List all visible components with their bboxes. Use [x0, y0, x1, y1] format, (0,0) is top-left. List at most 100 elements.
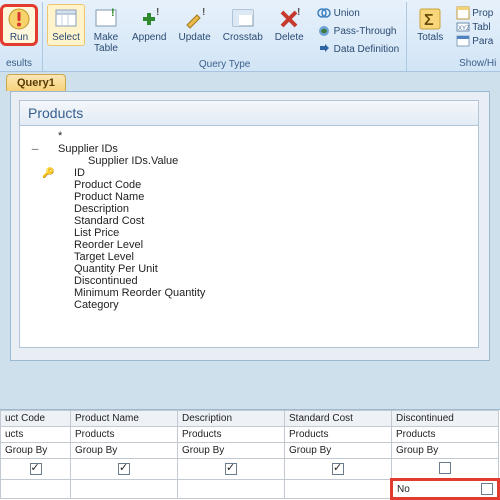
- field-item[interactable]: Quantity Per Unit: [24, 263, 474, 275]
- parameters-label: Para: [472, 36, 493, 47]
- field-label: Reorder Level: [56, 239, 143, 251]
- totals-button[interactable]: Σ Totals: [411, 4, 449, 46]
- grid-show-cell[interactable]: [392, 459, 499, 480]
- run-button[interactable]: Run: [0, 4, 38, 46]
- propsheet-button[interactable]: Prop: [455, 6, 494, 20]
- grid-table-cell[interactable]: Products: [392, 427, 499, 443]
- criteria-checkbox[interactable]: [481, 483, 493, 495]
- tablenames-button[interactable]: XYZ Tabl: [455, 20, 494, 34]
- delete-button[interactable]: ! Delete: [270, 4, 309, 46]
- grid-table-cell[interactable]: Products: [71, 427, 178, 443]
- parameters-icon: [456, 34, 470, 48]
- parameters-button[interactable]: Para: [455, 34, 494, 48]
- querytype-extra: Union Pass-Through Data Definition: [311, 4, 403, 58]
- grid-criteria-cell[interactable]: [71, 480, 178, 499]
- ribbon-group-showhide: Σ Totals Prop XYZ Tabl Para Show/Hi: [407, 2, 500, 71]
- grid-show-cell[interactable]: [178, 459, 285, 480]
- show-checkbox[interactable]: [118, 463, 130, 475]
- grid-show-cell[interactable]: [285, 459, 392, 480]
- field-item[interactable]: Minimum Reorder Quantity: [24, 287, 474, 299]
- update-button[interactable]: ! Update: [173, 4, 215, 46]
- field-item[interactable]: Target Level: [24, 251, 474, 263]
- criteria-value: No: [397, 484, 410, 495]
- field-item[interactable]: Product Name: [24, 191, 474, 203]
- datadef-label: Data Definition: [334, 44, 400, 55]
- show-checkbox[interactable]: [225, 463, 237, 475]
- ribbon-group-results: Run esults: [0, 2, 43, 71]
- design-grid: uct CodeProduct NameDescriptionStandard …: [0, 409, 500, 500]
- svg-text:Σ: Σ: [424, 12, 434, 29]
- field-item[interactable]: Discontinued: [24, 275, 474, 287]
- datadef-button[interactable]: Data Definition: [314, 40, 403, 58]
- delete-icon: !: [277, 7, 301, 31]
- field-item[interactable]: Supplier IDs.Value: [24, 155, 474, 167]
- tab-query1[interactable]: Query1: [6, 74, 66, 91]
- field-item[interactable]: Reorder Level: [24, 239, 474, 251]
- grid-show-cell[interactable]: [71, 459, 178, 480]
- crosstab-button[interactable]: Crosstab: [218, 4, 268, 46]
- grid-field-cell[interactable]: Discontinued: [392, 411, 499, 427]
- datadef-icon: [317, 42, 331, 56]
- grid-total-cell[interactable]: Group By: [392, 443, 499, 459]
- grid-total-cell[interactable]: Group By: [178, 443, 285, 459]
- grid-table-cell[interactable]: ucts: [1, 427, 71, 443]
- append-button[interactable]: ! Append: [127, 4, 171, 46]
- totals-icon: Σ: [418, 7, 442, 31]
- field-item[interactable]: Category: [24, 299, 474, 311]
- field-item[interactable]: *: [24, 130, 474, 142]
- propsheet-label: Prop: [472, 8, 493, 19]
- select-label: Select: [52, 32, 80, 43]
- query-designer: Products *–Supplier IDsSupplier IDs.Valu…: [10, 91, 490, 361]
- grid-total-cell[interactable]: Group By: [285, 443, 392, 459]
- run-label: Run: [10, 32, 28, 43]
- svg-text:!: !: [111, 7, 115, 19]
- field-label: ID: [56, 167, 85, 179]
- union-button[interactable]: Union: [314, 4, 403, 22]
- show-checkbox[interactable]: [439, 462, 451, 474]
- grid-total-cell[interactable]: Group By: [1, 443, 71, 459]
- results-caption: esults: [0, 57, 38, 70]
- passthrough-label: Pass-Through: [334, 26, 397, 37]
- expand-icon[interactable]: –: [28, 142, 42, 155]
- grid-field-cell[interactable]: uct Code: [1, 411, 71, 427]
- field-item[interactable]: Description: [24, 203, 474, 215]
- maketable-icon: !: [94, 7, 118, 31]
- field-label: Supplier IDs.Value: [56, 155, 178, 167]
- grid-criteria-cell[interactable]: [285, 480, 392, 499]
- grid-criteria-cell[interactable]: [178, 480, 285, 499]
- showhide-extra: Prop XYZ Tabl Para: [451, 4, 496, 48]
- grid-table-cell[interactable]: Products: [285, 427, 392, 443]
- field-label: Standard Cost: [56, 215, 144, 227]
- svg-text:!: !: [297, 7, 300, 18]
- field-label: List Price: [56, 227, 119, 239]
- field-item[interactable]: –Supplier IDs: [24, 142, 474, 155]
- grid-table-cell[interactable]: Products: [178, 427, 285, 443]
- field-label: *: [56, 130, 62, 142]
- grid-field-cell[interactable]: Description: [178, 411, 285, 427]
- crosstab-icon: [231, 7, 255, 31]
- field-label: Product Name: [56, 191, 144, 203]
- document-tabs: Query1: [0, 72, 500, 91]
- grid-field-cell[interactable]: Product Name: [71, 411, 178, 427]
- grid-field-cell[interactable]: Standard Cost: [285, 411, 392, 427]
- grid-criteria-cell[interactable]: [1, 480, 71, 499]
- svg-text:!: !: [156, 7, 159, 18]
- grid-criteria-cell[interactable]: No: [392, 480, 499, 499]
- maketable-button[interactable]: ! Make Table: [87, 4, 125, 57]
- passthrough-button[interactable]: Pass-Through: [314, 22, 403, 40]
- showhide-caption: Show/Hi: [411, 57, 496, 70]
- show-checkbox[interactable]: [30, 463, 42, 475]
- field-item[interactable]: Standard Cost: [24, 215, 474, 227]
- table-field-list[interactable]: *–Supplier IDsSupplier IDs.Value🔑IDProdu…: [20, 126, 478, 347]
- grid-show-cell[interactable]: [1, 459, 71, 480]
- table-products[interactable]: Products *–Supplier IDsSupplier IDs.Valu…: [19, 100, 479, 348]
- select-button[interactable]: Select: [47, 4, 85, 46]
- ribbon-group-querytype: Select ! Make Table ! Append ! Update Cr…: [43, 2, 407, 71]
- grid-total-cell[interactable]: Group By: [71, 443, 178, 459]
- show-checkbox[interactable]: [332, 463, 344, 475]
- field-item[interactable]: 🔑ID: [24, 167, 474, 179]
- field-item[interactable]: Product Code: [24, 179, 474, 191]
- append-label: Append: [132, 32, 166, 43]
- field-item[interactable]: List Price: [24, 227, 474, 239]
- maketable-label: Make Table: [94, 32, 118, 54]
